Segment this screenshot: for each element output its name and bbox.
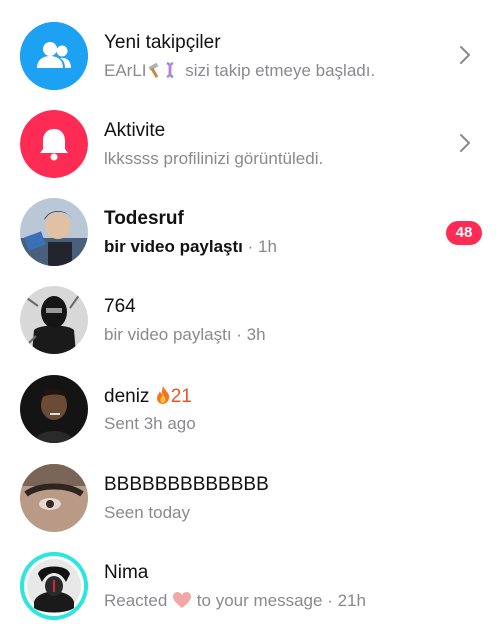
streak-count: 21 — [170, 386, 192, 407]
user-photo-icon — [20, 552, 88, 620]
row-subtitle: Sent 3h ago — [104, 414, 196, 433]
row-chat-bbbb[interactable]: BBBBBBBBBBBBB Seen today — [0, 454, 500, 542]
chevron-right-icon — [460, 134, 470, 152]
row-title: deniz 21 — [104, 385, 192, 408]
activity-avatar — [20, 110, 88, 178]
row-new-followers[interactable]: Yeni takipçiler EArLI sizi takip etmeye … — [0, 12, 500, 100]
row-chat-deniz[interactable]: deniz 21 Sent 3h ago — [0, 365, 500, 453]
reaction-prefix: Reacted — [104, 591, 168, 610]
reaction-suffix: to your message · 21h — [196, 591, 366, 610]
row-title: Yeni takipçiler — [104, 32, 221, 53]
followers-avatar — [20, 22, 88, 90]
fire-streak-icon — [156, 386, 169, 404]
user-photo-icon — [20, 375, 88, 443]
user-photo-icon — [20, 286, 88, 354]
chevron-right-icon — [460, 46, 470, 64]
message-preview: bir video paylaştı — [104, 237, 243, 256]
heart-reaction-icon — [173, 592, 192, 608]
row-subtitle: bir video paylaştı · 1h — [104, 237, 277, 256]
avatar[interactable] — [20, 198, 88, 266]
avatar[interactable] — [20, 286, 88, 354]
row-subtitle: bir video paylaştı · 3h — [104, 325, 266, 344]
row-title: Nima — [104, 562, 149, 583]
row-title: Todesruf — [104, 208, 184, 229]
row-subtitle: EArLI sizi takip etmeye başladı. — [104, 61, 375, 81]
unread-count-badge: 48 — [446, 221, 482, 245]
user-photo-icon — [20, 464, 88, 532]
message-time: 1h — [258, 237, 277, 256]
row-title: BBBBBBBBBBBBB — [104, 474, 269, 495]
row-subtitle: Reacted to your message · 21h — [104, 591, 366, 611]
inbox-list: Yeni takipçiler EArLI sizi takip etmeye … — [0, 0, 500, 634]
row-chat-nima[interactable]: Nima Reacted to your message · 21h — [0, 542, 500, 630]
user-photo-icon — [20, 198, 88, 266]
row-chat-todesruf[interactable]: Todesruf bir video paylaştı · 1h — [0, 188, 500, 276]
row-title: 764 — [104, 296, 136, 317]
row-chat-764[interactable]: 764 bir video paylaştı · 3h — [0, 276, 500, 364]
row-title: Aktivite — [104, 120, 166, 141]
avatar[interactable] — [20, 464, 88, 532]
row-activity[interactable]: Aktivite lkkssss profilinizi görüntüledi… — [0, 100, 500, 188]
followers-icon — [20, 22, 88, 90]
follower-username[interactable]: EArLI — [104, 61, 147, 80]
bell-icon — [20, 110, 88, 178]
avatar-story-ring[interactable] — [20, 552, 88, 620]
chat-name: deniz — [104, 386, 150, 407]
follower-action-text: sizi takip etmeye başladı. — [185, 61, 376, 80]
hammer-dna-emoji-icon — [148, 61, 174, 79]
row-subtitle: Seen today — [104, 503, 191, 522]
row-subtitle: lkkssss profilinizi görüntüledi. — [104, 149, 324, 168]
avatar[interactable] — [20, 375, 88, 443]
